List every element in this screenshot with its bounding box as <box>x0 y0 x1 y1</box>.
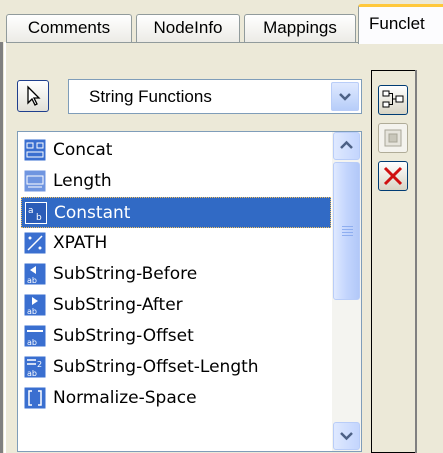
add-node-icon <box>384 129 402 147</box>
normalize-space-icon <box>24 387 46 409</box>
list-item-normalize-space[interactable]: Normalize-Space <box>21 383 331 414</box>
constant-icon: ab <box>25 202 47 224</box>
thumb-grip <box>342 232 353 233</box>
list-item-label: Length <box>53 171 112 191</box>
frame-edge <box>0 42 3 453</box>
list-item-length[interactable]: Length <box>21 166 331 197</box>
length-icon <box>24 170 46 192</box>
scroll-up-button[interactable] <box>333 132 360 160</box>
thumb-grip <box>342 235 353 236</box>
tree-structure-button[interactable] <box>378 85 408 115</box>
list-item-substring-before[interactable]: ab SubString-Before <box>21 259 331 290</box>
svg-text:ab: ab <box>27 369 37 378</box>
list-scrollbar[interactable] <box>332 132 361 451</box>
tab-funclet[interactable]: Funclet <box>358 4 443 44</box>
chevron-up-icon <box>340 140 353 149</box>
list-item-label: SubString-After <box>53 295 183 315</box>
canvas-area <box>417 70 443 453</box>
delete-button[interactable] <box>378 161 408 191</box>
list-item-substring-after[interactable]: ab SubString-After <box>21 290 331 321</box>
svg-text:b: b <box>36 213 42 223</box>
thumb-grip <box>342 226 353 227</box>
delete-x-icon <box>383 166 403 186</box>
chevron-down-icon <box>340 432 353 441</box>
list-item-label: SubString-Offset-Length <box>53 357 259 377</box>
tab-nodeinfo[interactable]: NodeInfo <box>136 14 240 42</box>
tab-strip: Comments NodeInfo Mappings Funclet <box>0 0 443 44</box>
list-item-xpath[interactable]: XPATH <box>21 228 331 259</box>
svg-text:ab: ab <box>27 307 37 316</box>
list-item-substring-offset[interactable]: ab SubString-Offset <box>21 321 331 352</box>
svg-text:ab: ab <box>27 338 37 347</box>
substring-offset-icon: ab <box>24 325 46 347</box>
tree-structure-icon <box>382 90 404 108</box>
scroll-thumb[interactable] <box>333 162 360 300</box>
list-item-label: SubString-Before <box>53 264 198 284</box>
tab-comments[interactable]: Comments <box>6 14 132 42</box>
list-item-label: Normalize-Space <box>53 388 197 408</box>
add-node-button[interactable] <box>378 123 408 153</box>
substring-offset-length-icon: 2ab <box>24 356 46 378</box>
thumb-grip <box>342 229 353 230</box>
list-item-constant[interactable]: ab Constant <box>21 197 331 228</box>
function-list[interactable]: Concat Length ab Constant XPATH ab SubSt… <box>17 131 362 452</box>
list-item-label: Constant <box>54 203 131 223</box>
tab-mappings[interactable]: Mappings <box>244 14 356 42</box>
chevron-down-icon <box>339 93 351 101</box>
svg-text:a: a <box>28 206 34 216</box>
list-item-concat[interactable]: Concat <box>21 135 331 166</box>
scroll-down-button[interactable] <box>333 422 360 450</box>
svg-text:2: 2 <box>37 360 42 369</box>
xpath-icon <box>24 232 46 254</box>
funclet-toolbar <box>371 70 415 453</box>
concat-icon <box>24 139 46 161</box>
list-item-substring-offset-length[interactable]: 2 ab SubString-Offset-Length <box>21 352 331 383</box>
svg-text:ab: ab <box>27 276 37 285</box>
list-item-label: SubString-Offset <box>53 326 194 346</box>
pointer-tool-button[interactable] <box>17 80 49 112</box>
dropdown-button[interactable] <box>331 82 359 111</box>
list-item-label: Concat <box>53 140 113 160</box>
substring-before-icon: ab <box>24 263 46 285</box>
list-item-label: XPATH <box>53 233 108 253</box>
substring-after-icon: ab <box>24 294 46 316</box>
category-select[interactable]: String Functions <box>68 79 362 114</box>
pointer-arrow-icon <box>27 85 41 106</box>
category-select-value: String Functions <box>89 87 212 106</box>
